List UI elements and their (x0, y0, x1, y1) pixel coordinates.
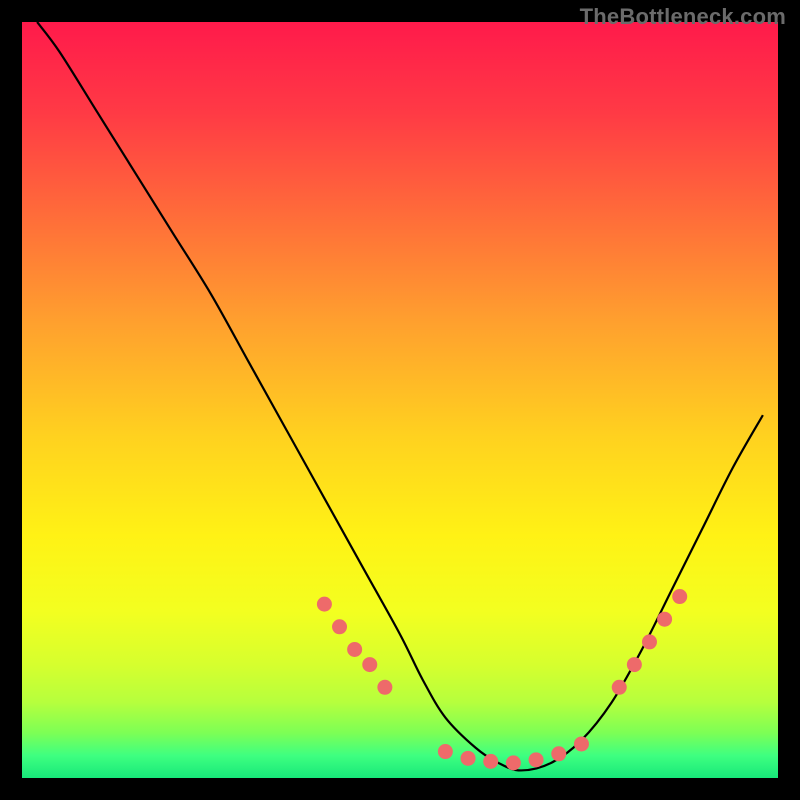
curve-marker (377, 680, 392, 695)
watermark-label: TheBottleneck.com (580, 4, 786, 30)
curve-marker (461, 751, 476, 766)
curve-marker (347, 642, 362, 657)
curve-marker (672, 589, 687, 604)
curve-marker (362, 657, 377, 672)
curve-marker (627, 657, 642, 672)
curve-marker (438, 744, 453, 759)
curve-marker (529, 752, 544, 767)
curve-marker (642, 634, 657, 649)
curve-marker (483, 754, 498, 769)
chart-frame (22, 22, 778, 778)
bottleneck-chart (22, 22, 778, 778)
curve-marker (317, 597, 332, 612)
curve-marker (506, 755, 521, 770)
curve-marker (657, 612, 672, 627)
chart-background (22, 22, 778, 778)
curve-marker (574, 736, 589, 751)
curve-marker (332, 619, 347, 634)
curve-marker (551, 746, 566, 761)
curve-marker (612, 680, 627, 695)
